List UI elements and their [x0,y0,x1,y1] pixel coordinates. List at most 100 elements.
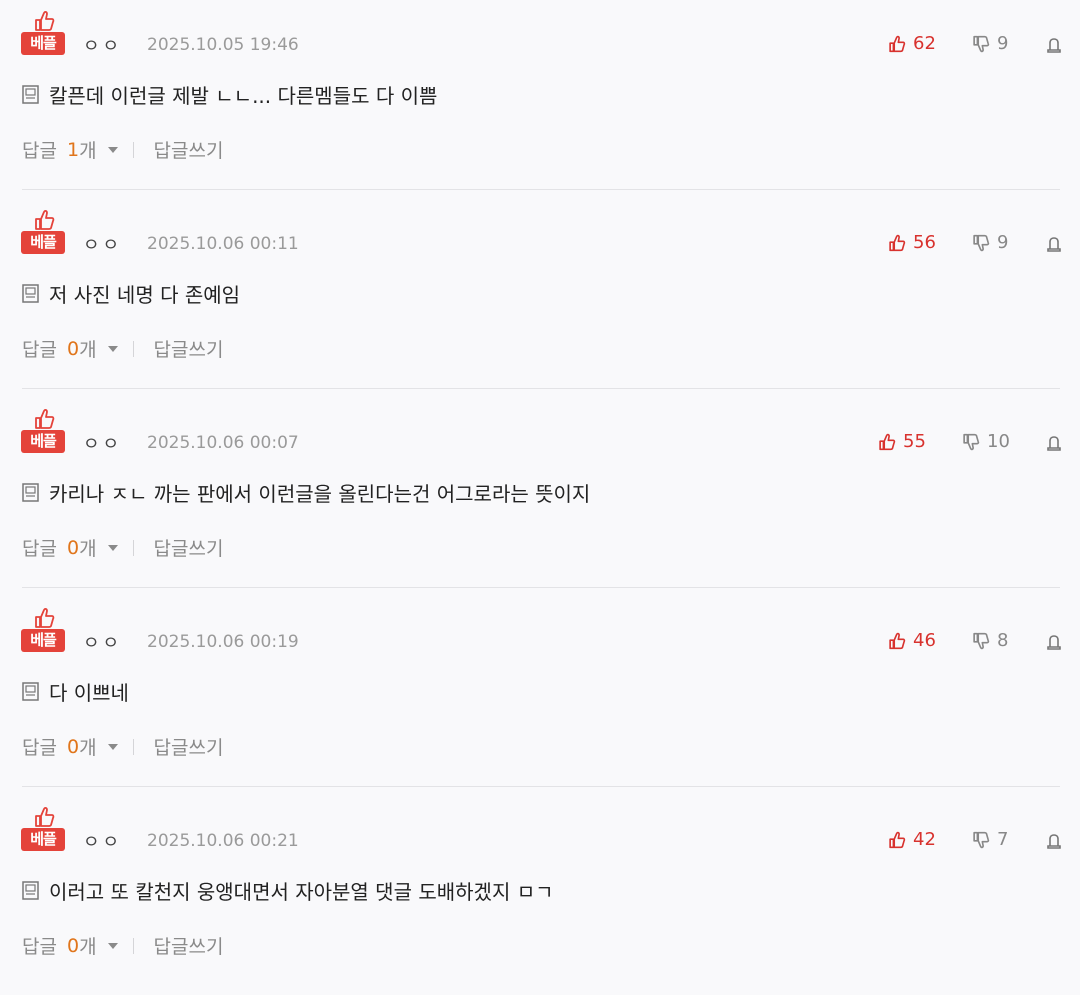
reply-label: 답글 [22,936,57,958]
thumbs-up-icon [889,234,906,251]
comment-text: 카리나 ㅈㄴ 까는 판에서 이런글을 올린다는건 어그로라는 뜻이지 [49,482,591,506]
comment-list: 베플 ㅇㅇ 2025.10.05 19:46 62 9 칼픈데 이런글 제발 ㄴ… [0,0,1080,980]
comment-item: 베플 ㅇㅇ 2025.10.06 00:07 55 10 카리나 ㅈㄴ 까는 판… [0,398,1080,597]
comment-item: 베플 ㅇㅇ 2025.10.06 00:21 42 7 이러고 또 칼천지 웅앵… [0,796,1080,995]
reply-toggle[interactable]: 답글 0 개 [22,534,119,561]
divider [22,587,1060,588]
author-name[interactable]: ㅇㅇ [83,231,122,257]
caret-down-icon [107,544,118,551]
comment-date: 2025.10.06 00:07 [147,433,299,453]
like-button[interactable]: 56 [888,232,936,253]
author-name[interactable]: ㅇㅇ [83,430,122,456]
separator [132,539,134,556]
comment-text: 이러고 또 칼천지 웅앵대면서 자아분열 댓글 도배하겠지 ㅁㄱ [49,880,554,904]
thumbs-up-icon [889,831,906,848]
dislike-count: 7 [997,829,1009,850]
caret-down-icon [107,743,118,750]
reply-label: 답글 [22,339,57,361]
badge-label: 베플 [21,32,65,55]
document-icon [22,483,39,502]
dislike-button[interactable]: 7 [972,829,1008,850]
reply-toggle[interactable]: 답글 1 개 [22,136,119,163]
report-icon[interactable] [1045,832,1063,850]
badge-label: 베플 [21,629,65,652]
caret-down-icon [107,146,118,153]
thumbs-up-icon [35,608,55,628]
thumbs-up-icon [35,807,55,827]
best-comment-badge: 베플 [21,607,65,653]
like-count: 62 [913,33,936,54]
comment-body: 카리나 ㅈㄴ 까는 판에서 이런글을 올린다는건 어그로라는 뜻이지 [22,478,590,507]
separator [132,937,134,954]
reply-count: 1 [66,138,80,161]
comment-date: 2025.10.06 00:19 [147,632,299,652]
reply-unit: 개 [79,936,97,958]
reply-label: 답글 [22,140,57,162]
reply-unit: 개 [79,737,97,759]
reply-unit: 개 [79,140,97,162]
comment-date: 2025.10.06 00:11 [147,234,299,254]
thumbs-down-icon [973,831,990,848]
report-icon[interactable] [1045,36,1063,54]
dislike-button[interactable]: 10 [962,431,1010,452]
reply-toggle[interactable]: 답글 0 개 [22,733,119,760]
write-reply-button[interactable]: 답글쓰기 [154,534,224,561]
report-icon[interactable] [1045,633,1063,651]
dislike-count: 9 [997,232,1009,253]
comment-item: 베플 ㅇㅇ 2025.10.06 00:11 56 9 저 사진 네명 다 존예… [0,199,1080,398]
thumbs-up-icon [35,210,55,230]
write-reply-button[interactable]: 답글쓰기 [154,733,224,760]
comment-footer: 답글 0 개 답글쓰기 [22,733,223,760]
separator [132,738,134,755]
write-reply-button[interactable]: 답글쓰기 [154,932,224,959]
thumbs-up-icon [889,632,906,649]
write-reply-button[interactable]: 답글쓰기 [154,335,224,362]
divider [22,189,1060,190]
reply-count: 0 [66,337,80,360]
caret-down-icon [107,345,118,352]
comment-date: 2025.10.06 00:21 [147,831,299,851]
thumbs-down-icon [973,35,990,52]
dislike-button[interactable]: 8 [972,630,1008,651]
comment-item: 베플 ㅇㅇ 2025.10.05 19:46 62 9 칼픈데 이런글 제발 ㄴ… [0,0,1080,199]
like-button[interactable]: 42 [888,829,936,850]
thumbs-up-icon [889,35,906,52]
comment-footer: 답글 0 개 답글쓰기 [22,335,223,362]
badge-label: 베플 [21,828,65,851]
like-button[interactable]: 46 [888,630,936,651]
thumbs-up-icon [35,11,55,31]
reply-count: 0 [66,735,80,758]
thumbs-down-icon [973,234,990,251]
author-name[interactable]: ㅇㅇ [83,32,122,58]
divider [22,388,1060,389]
comment-footer: 답글 0 개 답글쓰기 [22,534,223,561]
document-icon [22,682,39,701]
separator [132,141,134,158]
author-name[interactable]: ㅇㅇ [83,629,122,655]
comment-item: 베플 ㅇㅇ 2025.10.06 00:19 46 8 다 이쁘네 답글 0 개… [0,597,1080,796]
separator [132,340,134,357]
comment-text: 저 사진 네명 다 존예임 [49,283,241,307]
document-icon [22,85,39,104]
author-name[interactable]: ㅇㅇ [83,828,122,854]
reply-count: 0 [66,934,80,957]
reply-label: 답글 [22,538,57,560]
document-icon [22,881,39,900]
report-icon[interactable] [1045,235,1063,253]
like-button[interactable]: 55 [878,431,926,452]
like-count: 56 [913,232,936,253]
reply-count: 0 [66,536,80,559]
thumbs-down-icon [973,632,990,649]
reply-toggle[interactable]: 답글 0 개 [22,932,119,959]
like-button[interactable]: 62 [888,33,936,54]
best-comment-badge: 베플 [21,408,65,454]
report-icon[interactable] [1045,434,1063,452]
reply-toggle[interactable]: 답글 0 개 [22,335,119,362]
comment-text: 칼픈데 이런글 제발 ㄴㄴ... 다른멤들도 다 이쁨 [49,84,438,108]
comment-text: 다 이쁘네 [49,681,129,705]
comment-date: 2025.10.05 19:46 [147,35,299,55]
thumbs-up-icon [35,409,55,429]
write-reply-button[interactable]: 답글쓰기 [154,136,224,163]
dislike-button[interactable]: 9 [972,33,1008,54]
dislike-button[interactable]: 9 [972,232,1008,253]
